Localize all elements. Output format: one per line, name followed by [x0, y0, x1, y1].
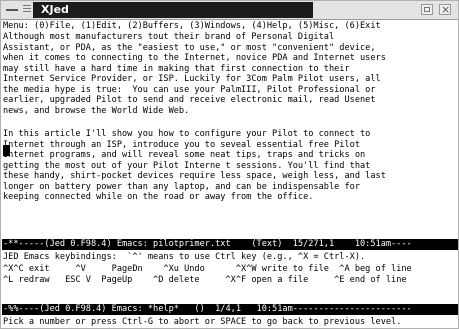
buffer-line: In this article I'll show you how to con…	[3, 129, 371, 139]
buffer-line: getting the most out of your Pilot Inter…	[3, 160, 371, 171]
status-line-help: -%%----(Jed 0.F98.4) Emacs: *help* () 1/…	[2, 304, 458, 315]
menu-bar[interactable]: Menu: (0)File, (1)Edit, (2)Buffers, (3)W…	[3, 21, 457, 32]
help-line: JED Emacs keybindings: `^' means to use …	[3, 252, 366, 262]
buffer-line: Although most manufacturers tout their b…	[3, 32, 335, 42]
buffer-line: earlier, upgraded Pilot to send and rece…	[3, 95, 376, 105]
buffer-line: keeping connected while on the road or a…	[3, 192, 314, 202]
buffer-line: Assistant, or PDA, as the "easiest to us…	[3, 42, 376, 53]
help-line	[3, 287, 457, 298]
buffer-line: news, and browse the World Wide Web.	[3, 105, 190, 116]
buffer-line: Internet through an ISP, introduce you t…	[3, 139, 360, 150]
xjed-window: XJed Menu: (0)File, (1)Edit, (2)Buffers,…	[0, 0, 459, 329]
status-line-main: -**-----(Jed 0.F98.4) Emacs: pilotprimer…	[2, 239, 458, 250]
window-menu-icon[interactable]	[5, 4, 19, 15]
buffer-line	[3, 116, 457, 127]
maximize-icon[interactable]	[421, 4, 433, 15]
buffer-line: Internet programs, and will reveal some …	[3, 150, 366, 160]
text-cursor	[3, 145, 10, 156]
grip-icon	[23, 5, 31, 14]
window-title: XJed	[33, 2, 313, 18]
buffer-line: may still have a hard time in making tha…	[3, 63, 350, 74]
buffer-line: longer on battery power than any laptop,…	[3, 181, 360, 192]
help-line: ^L redraw ESC V PageUp ^D delete ^X^F op…	[3, 275, 407, 285]
buffer-line: the media hype is true: You can use your…	[3, 84, 376, 95]
minibuffer-prompt: Pick a number or press Ctrl-G to abort o…	[3, 317, 402, 327]
close-icon[interactable]	[439, 3, 451, 16]
buffer-line: Internet Service Provider, or ISP. Lucki…	[3, 74, 381, 84]
buffer-line: when it comes to connecting to the Inter…	[3, 53, 386, 63]
buffer-line: these handy, shirt-pocket devices requir…	[3, 171, 386, 181]
title-bar[interactable]: XJed	[1, 1, 458, 20]
help-line: ^X^C exit ^V PageDn ^Xu Undo ^X^W write …	[3, 263, 412, 274]
